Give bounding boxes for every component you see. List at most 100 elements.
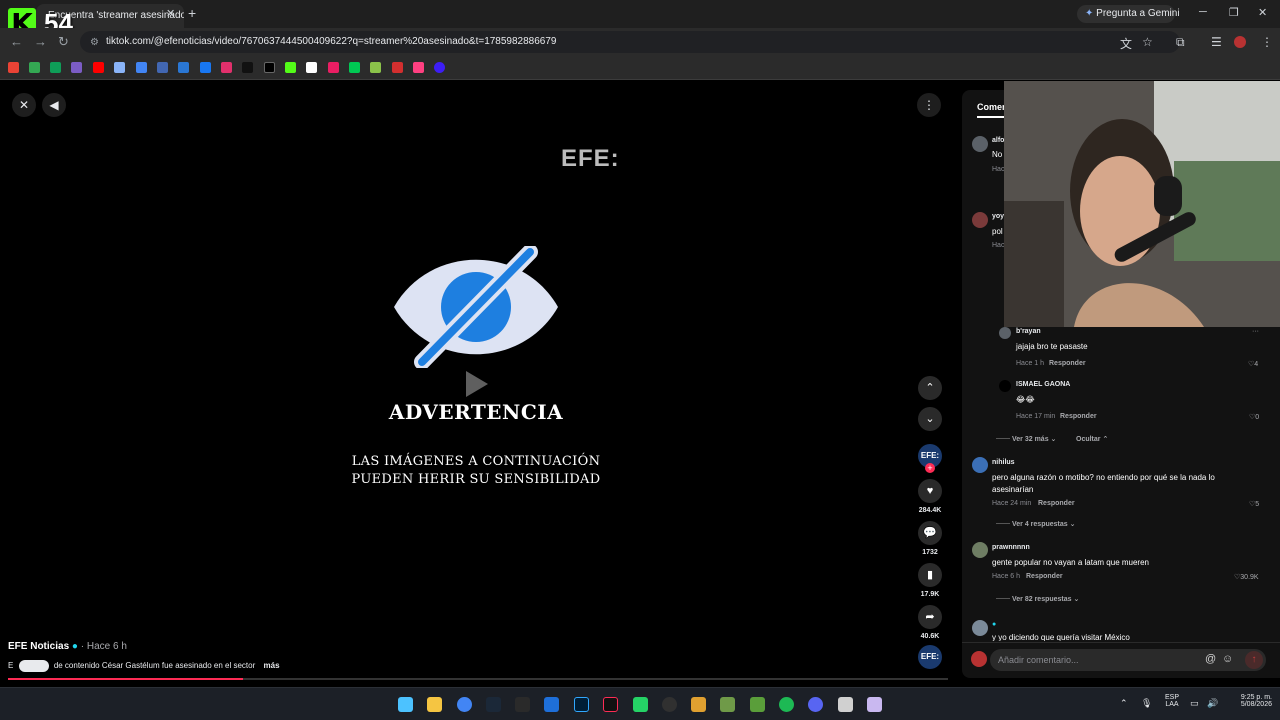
previous-video-icon[interactable]: ⌃ [918, 376, 942, 400]
app-icon[interactable] [691, 697, 706, 712]
url-field[interactable]: tiktok.com/@efenoticias/video/7670637444… [80, 31, 1180, 53]
start-icon[interactable] [398, 697, 413, 712]
commenter-avatar[interactable] [972, 542, 988, 558]
facebook-icon[interactable] [200, 62, 211, 73]
comment-author[interactable]: ISMAEL GAONA [1016, 381, 1070, 388]
share-icon[interactable]: ➦ [918, 605, 942, 629]
bookmark-icon[interactable] [328, 62, 339, 73]
discord-icon[interactable] [808, 697, 823, 712]
comment-like[interactable]: ♡5 [1249, 500, 1259, 508]
more-link[interactable]: más [264, 661, 280, 670]
follow-plus-icon[interactable]: + [925, 463, 935, 473]
comment-author[interactable]: nihilus [992, 459, 1015, 466]
app-icon[interactable] [720, 697, 735, 712]
next-video-icon[interactable]: ⌄ [918, 407, 942, 431]
send-icon[interactable]: ↑ [1245, 651, 1263, 669]
bookmark-icon[interactable] [413, 62, 424, 73]
translate-icon[interactable]: 文 [1120, 35, 1132, 52]
comment-author[interactable]: prawnnnnn [992, 544, 1030, 551]
commenter-avatar[interactable] [972, 457, 988, 473]
comment-like[interactable]: ♡0 [1249, 413, 1259, 421]
comment-author[interactable]: b'rayan [1016, 328, 1041, 335]
steam-icon[interactable] [486, 697, 501, 712]
view-replies[interactable]: Ver 4 respuestas ⌄ [1012, 520, 1075, 528]
like-heart-icon[interactable]: ♥ [918, 479, 942, 503]
comment-icon[interactable]: 💬 [918, 521, 942, 545]
mention-icon[interactable]: @ [1205, 653, 1216, 665]
tiktok-icon[interactable] [242, 62, 253, 73]
commenter-avatar[interactable] [972, 620, 988, 636]
reply-button[interactable]: Responder [1049, 360, 1086, 367]
instagram-icon[interactable] [221, 62, 232, 73]
file-explorer-icon[interactable] [427, 697, 442, 712]
extensions-icon[interactable]: ⧉ [1176, 35, 1185, 50]
more-options-icon[interactable]: ⋮ [917, 93, 941, 117]
obs-icon[interactable] [662, 697, 677, 712]
photoshop-icon[interactable] [574, 697, 589, 712]
new-tab-button[interactable]: + [188, 5, 196, 21]
bookmark-star-icon[interactable]: ☆ [1142, 35, 1153, 49]
translate-bookmark-icon[interactable] [178, 62, 189, 73]
chatgpt-icon[interactable] [306, 62, 317, 73]
tray-chevron-icon[interactable]: ⌃ [1120, 698, 1128, 709]
emoji-icon[interactable]: ☺ [1222, 653, 1233, 665]
reply-button[interactable]: Responder [1026, 573, 1063, 580]
gemini-bookmark-icon[interactable] [114, 62, 125, 73]
commenter-avatar[interactable] [972, 212, 988, 228]
comment-options-icon[interactable]: ··· [1252, 328, 1259, 335]
commenter-avatar[interactable] [999, 327, 1011, 339]
tab-close-icon[interactable]: ✕ [166, 7, 175, 20]
bookmark-icon[interactable] [370, 62, 381, 73]
comment-like[interactable]: ♡4 [1248, 360, 1258, 368]
reading-list-icon[interactable]: ☰ [1211, 35, 1222, 49]
comments-tab[interactable]: Comen [977, 102, 1008, 112]
music-disc-avatar[interactable]: EFE: [918, 645, 942, 669]
comment-author[interactable]: alfo [992, 137, 1004, 144]
microphone-icon[interactable]: 🎙 [1141, 698, 1152, 709]
bookmark-icon[interactable] [157, 62, 168, 73]
kick-icon[interactable] [285, 62, 296, 73]
minecraft-icon[interactable] [750, 697, 765, 712]
maximize-icon[interactable]: ❐ [1229, 6, 1239, 19]
forward-icon[interactable]: → [34, 34, 47, 49]
view-more-replies[interactable]: Ver 32 más ⌄ [1012, 435, 1056, 443]
gmail-icon[interactable] [8, 62, 19, 73]
reload-icon[interactable]: ↻ [58, 34, 69, 50]
clock[interactable]: 9:25 p. m. 5/08/2026 [1222, 694, 1272, 708]
app-icon[interactable] [867, 697, 882, 712]
translate-badge[interactable] [18, 660, 49, 672]
youtube-icon[interactable] [93, 62, 104, 73]
window-close-icon[interactable]: ✕ [1258, 6, 1267, 19]
minimize-icon[interactable]: ─ [1199, 6, 1207, 18]
language-indicator[interactable]: ESP LAA [1160, 694, 1184, 708]
volume-tray-icon[interactable]: 🔊 [1207, 698, 1218, 709]
whatsapp-icon[interactable] [633, 697, 648, 712]
commenter-avatar[interactable] [999, 380, 1011, 392]
bookmark-icon[interactable] [434, 62, 445, 73]
save-bookmark-icon[interactable]: ▮ [918, 563, 942, 587]
comment-like[interactable]: ♡30.9K [1234, 573, 1259, 581]
hide-replies[interactable]: Ocultar ⌃ [1076, 435, 1108, 443]
reply-button[interactable]: Responder [1038, 500, 1075, 507]
commenter-avatar[interactable] [972, 136, 988, 152]
site-info-icon[interactable]: ⚙ [90, 37, 99, 48]
video-player[interactable]: ✕ ◀ ⋮ EFE: ADVERTENCIA LAS IMÁGENES A CO… [0, 81, 960, 687]
gemini-button[interactable]: ✦ Pregunta a Gemini [1077, 5, 1180, 23]
drive-icon[interactable] [29, 62, 40, 73]
comment-author[interactable]: ● [992, 621, 996, 628]
close-video-icon[interactable]: ✕ [12, 93, 36, 117]
reply-button[interactable]: Responder [1060, 413, 1097, 420]
back-icon[interactable]: ← [10, 34, 23, 49]
play-icon[interactable] [466, 371, 488, 397]
video-progress-bar[interactable] [8, 678, 948, 680]
bookmark-icon[interactable] [71, 62, 82, 73]
vscode-icon[interactable] [544, 697, 559, 712]
x-icon[interactable] [264, 62, 275, 73]
menu-icon[interactable]: ⋮ [1261, 35, 1273, 49]
bookmark-icon[interactable] [392, 62, 403, 73]
network-icon[interactable]: ▭ [1190, 698, 1199, 709]
chrome-icon[interactable] [457, 697, 472, 712]
tiktok-app-icon[interactable] [603, 697, 618, 712]
comment-author[interactable]: yoy [992, 213, 1004, 220]
sheets-icon[interactable] [50, 62, 61, 73]
